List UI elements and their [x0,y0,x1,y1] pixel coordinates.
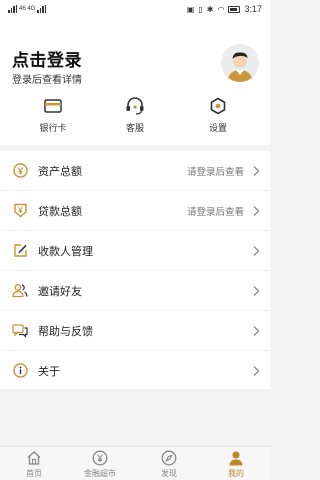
compass-icon [161,450,177,466]
login-title[interactable]: 点击登录 [12,46,82,71]
tab-label: 金融超市 [84,469,116,478]
shortcut-settings[interactable]: 设置 [188,96,248,134]
status-right: ▣ ▯ ✱ ◠ 3:17 [187,4,262,14]
bottom-tab-bar: 首页 金融超市 发现 我的 [0,446,270,480]
tab-mine[interactable]: 我的 [206,450,266,479]
yen-circle-icon [92,450,108,466]
menu-hint: 请登录后查看 [186,166,244,178]
tab-home[interactable]: 首页 [4,450,64,479]
tab-label: 首页 [26,469,42,478]
network-label: 46 4G [19,6,36,12]
info-icon [12,363,28,379]
avatar[interactable] [221,44,259,82]
menu-item-loans[interactable]: 贷款总额 请登录后查看 [0,191,270,231]
menu-label: 关于 [38,365,60,378]
menu-label: 收款人管理 [38,245,93,258]
chevron-right-icon [253,365,260,376]
chevron-right-icon [253,325,260,336]
menu-item-help-feedback[interactable]: 帮助与反馈 [0,311,270,351]
menu-label: 资产总额 [38,165,82,178]
yen-coin-icon [12,163,28,179]
clock: 3:17 [244,4,262,14]
bluetooth-icon: ✱ [206,4,214,14]
shortcut-label: 银行卡 [39,123,67,133]
bank-card-icon [44,99,62,113]
status-bar: 46 4G ▣ ▯ ✱ ◠ 3:17 [0,0,270,18]
loan-icon [12,203,28,219]
signal-icon [8,5,17,13]
status-left: 46 4G [8,5,47,13]
chat-bubbles-icon [12,323,28,339]
shortcut-row: 银行卡 客服 设置 [0,96,270,136]
tab-discover[interactable]: 发现 [139,450,199,479]
tab-finance-market[interactable]: 金融超市 [70,450,130,479]
battery-icon [228,5,241,13]
home-icon [27,451,41,465]
invite-friends-icon [12,283,28,299]
settings-icon [210,97,226,115]
shortcut-label: 客服 [125,123,144,133]
menu-item-about[interactable]: 关于 [0,351,270,391]
chevron-right-icon [253,205,260,216]
edit-icon [12,243,28,259]
chevron-right-icon [253,285,260,296]
shortcut-customer-service[interactable]: 客服 [105,96,165,134]
chevron-right-icon [253,165,260,176]
headset-icon [126,97,144,115]
shortcut-label: 设置 [208,123,227,133]
login-subtitle: 登录后查看详情 [12,75,82,86]
chevron-right-icon [253,245,260,256]
menu-item-payee-management[interactable]: 收款人管理 [0,231,270,271]
nfc-icon: ▣ [186,4,195,14]
menu-item-invite-friends[interactable]: 邀请好友 [0,271,270,311]
menu-list: 资产总额 请登录后查看 贷款总额 请登录后查看 收款人管理 邀请好友 帮助与反馈 [0,151,270,391]
vibrate-icon: ▯ [198,4,203,14]
user-icon [229,451,243,466]
menu-label: 贷款总额 [38,205,82,218]
avatar-image [221,44,259,82]
tab-label: 发现 [161,469,177,478]
shortcut-bank-card[interactable]: 银行卡 [23,96,83,134]
signal-icon-2 [37,5,47,13]
profile-header: 点击登录 登录后查看详情 银行卡 客服 设置 [0,18,270,145]
menu-hint: 请登录后查看 [186,206,244,218]
wifi-icon: ◠ [217,4,225,14]
menu-item-assets[interactable]: 资产总额 请登录后查看 [0,151,270,191]
menu-label: 帮助与反馈 [38,325,93,338]
tab-label: 我的 [228,469,244,478]
menu-label: 邀请好友 [38,285,82,298]
